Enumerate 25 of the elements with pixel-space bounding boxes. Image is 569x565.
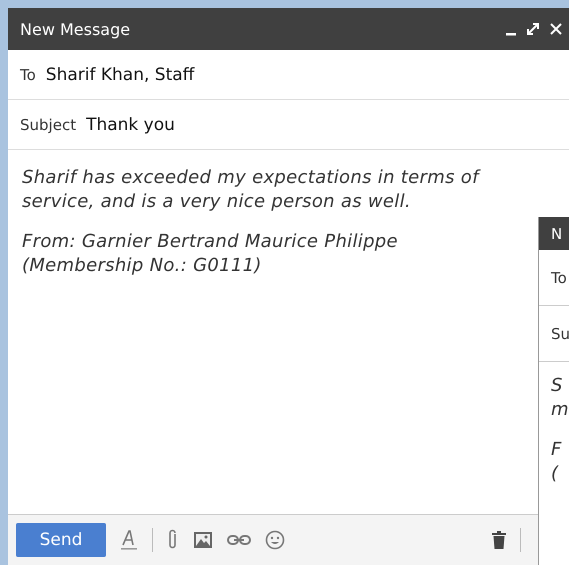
message-paragraph: From: Garnier Bertrand Maurice Philippe (Membership No.: G0111) [22,230,399,278]
message-paragraph: S m [551,374,569,422]
message-paragraph: Sharif has exceeded my expectations in terms of service, and is a very nice person as well. [22,166,482,214]
to-label: To [20,66,36,84]
subject-label: Su [551,324,569,342]
image-icon[interactable] [193,531,213,549]
to-field[interactable]: To [539,250,569,306]
subject-field[interactable]: Su [539,306,569,362]
window-title: N [551,224,562,242]
to-label: To [551,268,567,286]
paperclip-icon[interactable] [167,529,179,551]
close-icon[interactable] [549,22,563,36]
link-icon[interactable] [227,534,251,546]
send-button[interactable]: Send [16,523,106,557]
message-paragraph: F ( [551,438,562,486]
trash-icon[interactable] [492,531,506,549]
subject-label: Subject [20,116,76,134]
expand-icon[interactable] [526,22,540,36]
recipient-text: Sharif Khan, Staff [46,64,194,84]
subject-text: Thank you [86,114,175,134]
smiley-icon[interactable] [265,530,285,550]
to-field[interactable]: To Sharif Khan, Staff [8,50,569,100]
window-title: New Message [20,20,130,38]
subject-field[interactable]: Subject Thank you [8,100,569,150]
text-format-icon[interactable] [120,529,138,551]
